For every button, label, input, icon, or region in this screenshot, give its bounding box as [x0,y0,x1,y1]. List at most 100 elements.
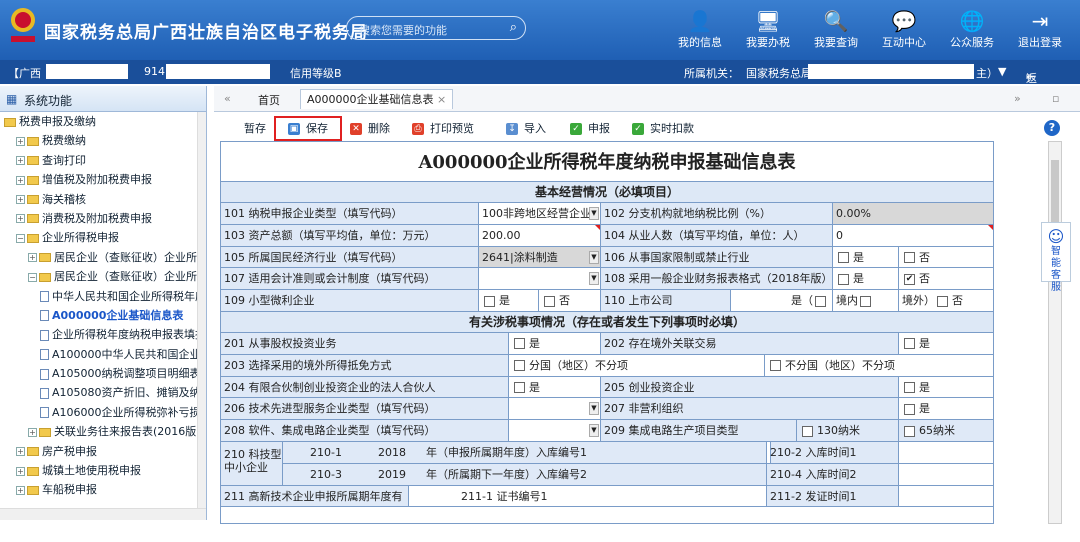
input-211-2[interactable] [899,485,993,507]
checkbox-109-no[interactable]: 否 [539,290,601,311]
nav-logout[interactable]: ⇥ 退出登录 [1012,8,1068,50]
search-icon[interactable]: ⌕ [510,20,517,35]
tab-active[interactable]: A000000企业基础信息表 × [300,89,454,109]
print-preview-button[interactable]: ⎙ 打印预览 [412,120,474,136]
select-105[interactable]: 2641|涂料制造 ▼ [479,246,601,268]
checkbox-209-a[interactable]: 130纳米 [797,420,899,441]
sidebar-hscrollbar[interactable] [0,508,206,520]
tree-item[interactable]: + 增值税及附加税费申报 [0,170,206,189]
expand-icon[interactable]: − [16,233,25,243]
tab-home[interactable]: 首页 [258,92,280,108]
chevron-down-icon[interactable]: ▼ [998,65,1006,78]
tree-item[interactable]: + 房产税申报 [0,442,206,461]
tree-item[interactable]: − 企业所得税申报 [0,228,206,247]
select-206[interactable]: ▼ [509,398,601,420]
tree-item[interactable]: + 查询打印 [0,151,206,170]
select-101[interactable]: 100非跨地区经营企业 ▼ [479,203,601,224]
tree-item[interactable]: + 居民企业（查账征收）企业所得 [0,248,206,267]
tree-item[interactable]: A106000企业所得税弥补亏损明 [0,403,206,422]
input-104[interactable]: 0 [833,224,993,246]
check-icon: ✓ [570,123,582,135]
checkbox-110-inland[interactable]: 境内 [833,290,899,311]
form-title: A000000企业所得税年度纳税申报基础信息表 [221,142,993,182]
input-210-2[interactable] [899,441,993,464]
smart-service-button[interactable]: ☺ 智能客服 [1041,222,1071,293]
checkbox-110-abroad[interactable]: 境外） 否 [899,290,993,311]
tree-item[interactable]: + 税费缴纳 [0,131,206,150]
tab-scroll-left-icon[interactable]: « [224,92,231,105]
option-label: 是 [499,294,510,308]
expand-icon[interactable]: + [16,214,25,224]
declare-button[interactable]: ✓ 申报 [570,120,610,136]
checkbox-202[interactable]: 是 [899,332,993,354]
input-103[interactable]: 200.00 [479,224,601,246]
tree-item[interactable]: A105080资产折旧、摊销及纳税 [0,383,206,402]
expand-icon[interactable]: + [16,447,25,457]
document-icon [40,349,49,361]
delete-button[interactable]: ✕ 删除 [350,120,390,136]
nav-interact[interactable]: 💬 互动中心 [876,8,932,50]
form-scrollbar[interactable] [1048,141,1062,524]
draft-button[interactable]: 暂存 [244,120,266,136]
checkbox-204[interactable]: 是 [509,376,601,398]
help-icon[interactable]: ? [1044,120,1060,136]
nav-do-tax[interactable]: 🖥 我要办税 [740,8,796,50]
search-input[interactable]: 搜索您需要的功能 ⌕ [346,16,526,40]
tree-item[interactable]: A000000企业基础信息表 [0,306,206,325]
service-label: 智能客服 [1051,246,1061,293]
checkbox-205[interactable]: 是 [899,376,993,398]
nav-query[interactable]: 🔍 我要查询 [808,8,864,50]
expand-icon[interactable]: + [28,253,37,263]
expand-icon[interactable]: − [28,272,37,282]
input-210-4[interactable] [899,463,993,485]
expand-icon[interactable]: + [16,466,25,476]
tree-item[interactable]: + 海关稽核 [0,190,206,209]
tree-item[interactable]: + 城镇土地使用税申报 [0,461,206,480]
expand-icon[interactable]: + [16,195,25,205]
checkbox-108-yes[interactable]: 是 [833,268,899,290]
form-row-203: 203 选择采用的境外所得抵免方式 分国（地区）不分项 不分国（地区）不分项 [221,354,993,377]
nav-my-info[interactable]: 👤 我的信息 [672,8,728,50]
nav-public[interactable]: 🌐 公众服务 [944,8,1000,50]
field-label: 105 所属国民经济行业（填写代码） [221,246,479,268]
tax-emblem-icon [11,8,35,42]
checkbox-203-b[interactable]: 不分国（地区）不分项 [765,354,993,376]
expand-icon[interactable]: + [16,485,25,495]
sidebar-scrollbar[interactable] [197,112,206,510]
checkbox-108-no[interactable]: ✔ 否 [899,268,993,290]
import-button[interactable]: ↧ 导入 [506,120,546,136]
expand-icon[interactable]: + [28,427,37,437]
declare-label: 申报 [588,122,610,135]
tree-item-label: A105080资产折旧、摊销及纳税 [52,386,207,400]
checkbox-106-no[interactable]: 否 [899,246,993,268]
tree-item[interactable]: 企业所得税年度纳税申报表填报表 [0,325,206,344]
input-102[interactable]: 0.00% [833,203,993,224]
tab-close-icon[interactable]: × [437,93,446,106]
tree-item-label: A100000中华人民共和国企业所 [52,347,207,361]
checkbox-106-yes[interactable]: 是 [833,246,899,268]
tree-item[interactable]: 中华人民共和国企业所得税年度纳 [0,287,206,306]
expand-icon[interactable]: + [16,136,25,146]
checkbox-207[interactable]: 是 [899,398,993,420]
tree-item[interactable]: A105000纳税调整项目明细表 [0,364,206,383]
checkbox-109-yes[interactable]: 是 [479,290,539,311]
checkbox-209-b[interactable]: 65纳米 [899,420,993,441]
tree-item[interactable]: + 关联业务往来报告表(2016版) [0,422,206,441]
checkbox-203-a[interactable]: 分国（地区）不分项 [509,354,765,376]
expand-icon[interactable]: + [16,175,25,185]
window-restore-icon[interactable]: ▫ [1052,92,1059,105]
tab-scroll-right-icon[interactable]: » [1014,92,1021,105]
grid-icon: ▦ [6,92,18,106]
tree-item[interactable]: − 居民企业（查账征收）企业所得 [0,267,206,286]
checkbox-201[interactable]: 是 [509,332,601,354]
tree-item[interactable]: + 车船税申报 [0,480,206,499]
realtime-deduct-button[interactable]: ✓ 实时扣款 [632,120,694,136]
expand-icon[interactable]: + [16,156,25,166]
tree-item[interactable]: + 消费税及附加税费申报 [0,209,206,228]
tree-item-label: 查询打印 [42,153,86,167]
select-208[interactable]: ▼ [509,420,601,441]
tree-item[interactable]: 税费申报及缴纳 [0,112,206,131]
select-107[interactable]: ▼ [479,268,601,290]
option-label: 是 [529,336,540,350]
tree-item[interactable]: A100000中华人民共和国企业所 [0,345,206,364]
